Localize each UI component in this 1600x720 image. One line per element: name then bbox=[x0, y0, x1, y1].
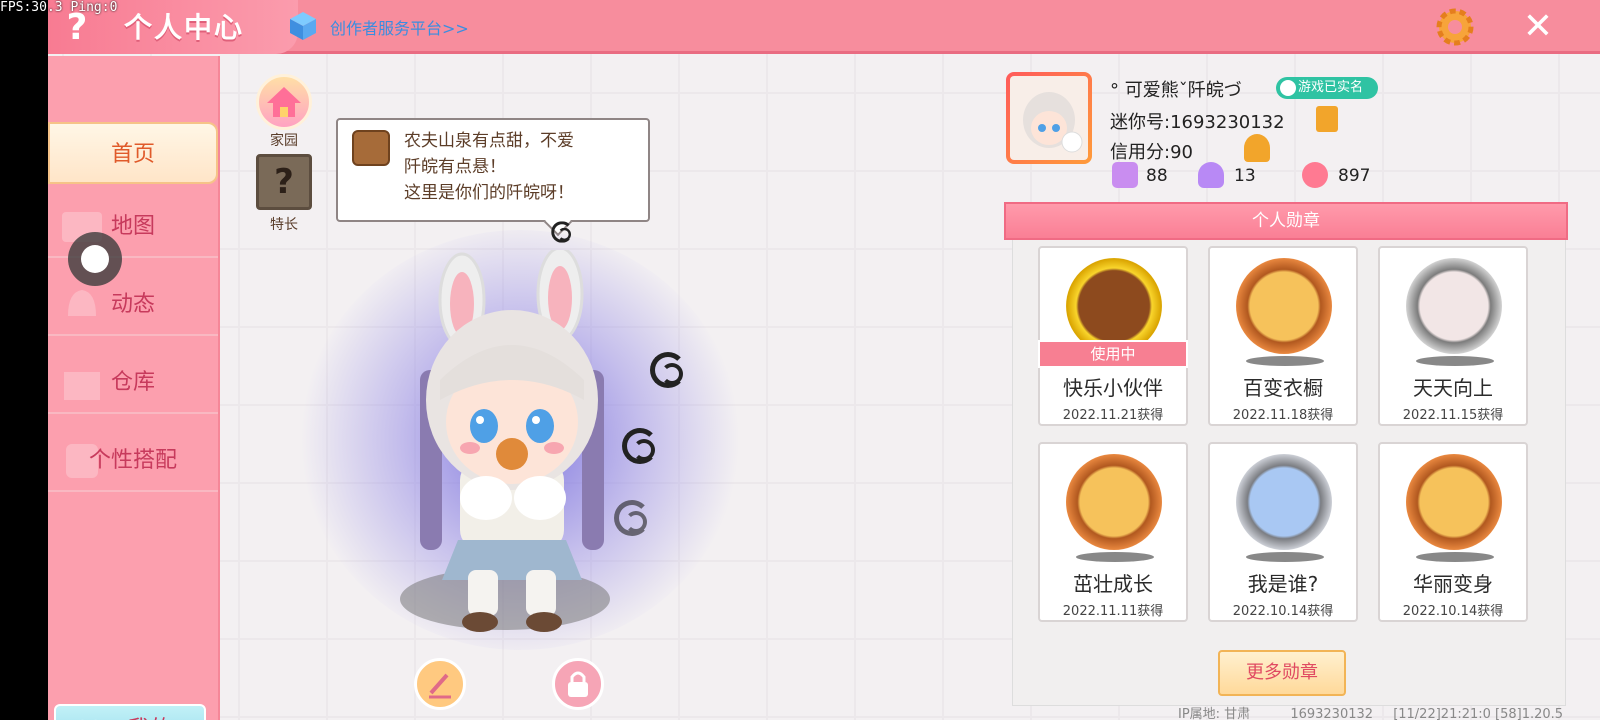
sidebar-item-label: 个性搭配 bbox=[88, 448, 177, 473]
talent-label: 特长 bbox=[270, 217, 298, 233]
medal-date: 2022.11.18获得 bbox=[1232, 408, 1334, 423]
nickname: ° 可爱熊ˇ阡皖づ bbox=[1110, 80, 1242, 101]
verified-badge: 游戏已实名 bbox=[1276, 77, 1378, 99]
copy-icon[interactable] bbox=[1316, 106, 1338, 132]
swirl-icon bbox=[650, 352, 686, 388]
medal-card[interactable]: 茁壮成长 2022.11.11获得 bbox=[1038, 442, 1188, 622]
footer-id: 1693230132 bbox=[1290, 707, 1374, 720]
footer-info: IP属地: 甘肃 1693230132 [11/22]21:21:0 [58]1… bbox=[1178, 703, 1563, 720]
medal-icon bbox=[1066, 454, 1162, 550]
close-button[interactable]: ✕ bbox=[1518, 6, 1558, 48]
medal-icon bbox=[1406, 258, 1502, 354]
plus-card-icon bbox=[1112, 162, 1138, 188]
homeland-label: 家园 bbox=[270, 133, 298, 149]
sidebar-item-label: 仓库 bbox=[110, 370, 155, 395]
sidebar-item-warehouse[interactable]: 仓库 bbox=[48, 352, 218, 414]
sidebar-item-label: 地图 bbox=[110, 214, 155, 239]
fps-readout: FPS:30.3 Ping:0 bbox=[0, 0, 118, 15]
medal-card[interactable]: 使用中 快乐小伙伴 2022.11.21获得 bbox=[1038, 246, 1188, 426]
flame-icon bbox=[1302, 162, 1328, 188]
sidebar-item-label: 动态 bbox=[110, 292, 155, 317]
character-avatar[interactable] bbox=[400, 250, 630, 640]
medal-name: 茁壮成长 bbox=[1073, 572, 1153, 596]
medal-icon bbox=[1406, 454, 1502, 550]
medal-date: 2022.10.14获得 bbox=[1232, 604, 1334, 619]
bell-icon bbox=[58, 280, 106, 328]
heart-icon bbox=[74, 716, 104, 720]
medal-card[interactable]: 我是谁? 2022.10.14获得 bbox=[1208, 442, 1358, 622]
ip-location: IP属地: 甘肃 bbox=[1178, 707, 1251, 720]
medal-header: 个人勋章 bbox=[1004, 202, 1568, 240]
sidebar-item-label: 首页 bbox=[110, 142, 155, 167]
credit-score: 信用分:90 bbox=[1110, 142, 1193, 163]
bear-avatar-icon bbox=[352, 130, 390, 166]
edit-button[interactable] bbox=[414, 658, 466, 710]
sidebar-item-feed[interactable]: 动态 bbox=[48, 274, 218, 336]
more-medals-button[interactable]: 更多勋章 bbox=[1218, 650, 1346, 696]
personal-center-screen: ? 个人中心 创作者服务平台>> ✕ 首页 地图 动态 仓库 个性搭配 家园 ?… bbox=[48, 0, 1600, 720]
bubble-text: 农夫山泉有点甜，不爱 阡皖有点悬！ 这里是你们的阡皖呀！ bbox=[404, 128, 644, 206]
mini-id: 迷你号:1693230132 bbox=[1110, 112, 1285, 133]
sidebar-item-home[interactable]: 首页 bbox=[48, 122, 218, 184]
medal-card[interactable]: 百变衣橱 2022.11.18获得 bbox=[1208, 246, 1358, 426]
crown-icon bbox=[1198, 162, 1224, 188]
me-label: 我的 bbox=[128, 706, 172, 720]
stat-value: 897 bbox=[1338, 166, 1371, 186]
swirl-icon bbox=[551, 221, 573, 243]
medal-name: 我是谁? bbox=[1247, 572, 1319, 596]
stat-value: 13 bbox=[1234, 166, 1256, 186]
page-title: 个人中心 bbox=[124, 11, 245, 44]
medal-date: 2022.11.21获得 bbox=[1062, 408, 1164, 423]
in-use-badge: 使用中 bbox=[1038, 340, 1188, 368]
bubble-line: 阡皖有点悬！ bbox=[404, 157, 506, 177]
medal-icon bbox=[1236, 454, 1332, 550]
person-icon[interactable] bbox=[1244, 134, 1270, 162]
house-icon bbox=[256, 74, 312, 130]
gear-icon[interactable] bbox=[1434, 6, 1476, 48]
profile-avatar[interactable] bbox=[1006, 72, 1092, 164]
medal-shadow bbox=[1076, 552, 1154, 562]
floating-assist-ball[interactable] bbox=[68, 232, 122, 286]
bubble-line: 这里是你们的阡皖呀！ bbox=[404, 183, 574, 203]
medal-card[interactable]: 天天向上 2022.11.15获得 bbox=[1378, 246, 1528, 426]
sidebar: 首页 地图 动态 仓库 个性搭配 我的 bbox=[48, 56, 220, 720]
top-bar: ? 个人中心 创作者服务平台>> ✕ bbox=[48, 0, 1600, 54]
medal-shadow bbox=[1246, 552, 1324, 562]
question-box-icon: ? bbox=[256, 154, 312, 210]
medal-date: 2022.10.14获得 bbox=[1402, 604, 1504, 619]
medal-card[interactable]: 华丽变身 2022.10.14获得 bbox=[1378, 442, 1528, 622]
cube-icon[interactable] bbox=[288, 10, 318, 42]
medal-icon bbox=[1236, 258, 1332, 354]
footer-time: [11/22]21:21:0 [58]1.20.5 bbox=[1393, 707, 1564, 720]
pencil-icon bbox=[429, 673, 451, 699]
avatar-image bbox=[1010, 76, 1088, 160]
medal-date: 2022.11.15获得 bbox=[1402, 408, 1504, 423]
speech-bubble: 农夫山泉有点甜，不爱 阡皖有点悬！ 这里是你们的阡皖呀！ bbox=[336, 118, 650, 222]
medal-shadow bbox=[1246, 356, 1324, 366]
medal-shadow bbox=[1416, 552, 1494, 562]
warehouse-icon bbox=[58, 358, 106, 406]
medal-date: 2022.11.11获得 bbox=[1062, 604, 1164, 619]
stat-value: 88 bbox=[1146, 166, 1168, 186]
creator-platform-link[interactable]: 创作者服务平台>> bbox=[330, 15, 469, 39]
lock-button[interactable] bbox=[552, 658, 604, 710]
medal-name: 百变衣橱 bbox=[1243, 376, 1323, 400]
medal-name: 快乐小伙伴 bbox=[1063, 376, 1163, 400]
medal-name: 天天向上 bbox=[1413, 376, 1493, 400]
bubble-line: 农夫山泉有点甜，不爱 bbox=[404, 131, 574, 151]
me-button[interactable]: 我的 bbox=[54, 704, 206, 720]
sidebar-item-outfit[interactable]: 个性搭配 bbox=[48, 430, 218, 492]
medal-shadow bbox=[1416, 356, 1494, 366]
medal-name: 华丽变身 bbox=[1413, 572, 1493, 596]
lock-icon bbox=[568, 671, 588, 697]
